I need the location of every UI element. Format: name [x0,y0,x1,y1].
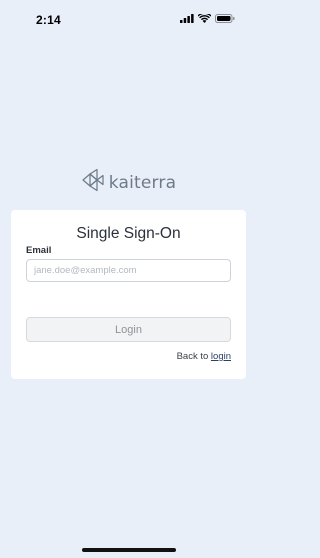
wifi-icon [198,14,211,23]
battery-icon [215,14,235,23]
sso-card: Single Sign-On Email Login Back to login [11,210,246,379]
cellular-signal-icon [180,14,194,23]
status-time: 2:14 [36,13,61,27]
email-label: Email [26,245,52,256]
email-field[interactable] [26,259,231,282]
kaiterra-logo: kaiterra [0,168,257,197]
login-link[interactable]: login [211,351,231,362]
kaiterra-logo-icon [81,168,105,197]
status-bar: 2:14 [0,0,257,40]
logo-text: kaiterra [108,172,177,193]
status-icons [180,14,235,23]
page-title: Single Sign-On [76,225,181,242]
back-to-label: Back to [176,351,209,362]
login-button[interactable]: Login [26,317,231,342]
back-to-login: Back to login [177,351,231,362]
home-indicator[interactable] [82,548,176,552]
